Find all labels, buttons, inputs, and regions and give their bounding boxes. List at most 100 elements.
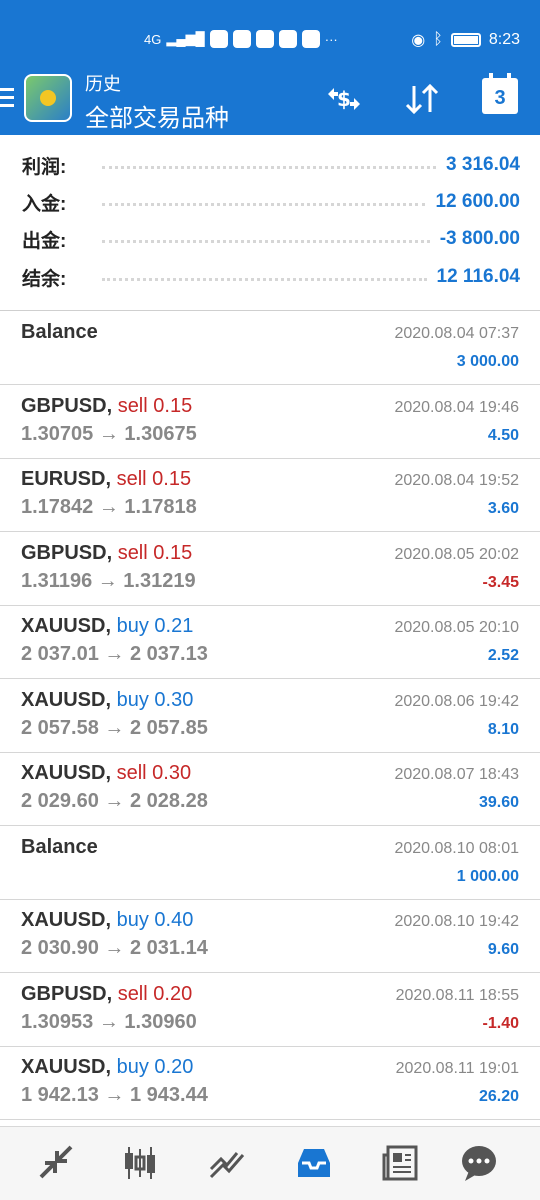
symbol-filter[interactable]: 全部交易品种	[85, 98, 229, 133]
deal-side: buy	[116, 688, 149, 711]
summary-label: 结余:	[22, 268, 67, 290]
deal-side: sell	[116, 762, 147, 784]
deal-volume: 0.21	[154, 615, 194, 637]
battery-icon	[450, 33, 481, 47]
symbol-name: EURUSD,	[21, 468, 112, 490]
deal-time: 2020.08.11 18:55	[395, 986, 519, 1004]
summary-row-withdrawal: 出金: -3 800.00	[22, 225, 520, 253]
signal-icon: ▂▄▆█	[166, 31, 205, 46]
app-bar: 历史 全部交易品种 $ 3	[0, 62, 540, 135]
deal-volume: 0.40	[154, 909, 194, 931]
deal-prices: 2 057.58 → 2 057.85	[21, 716, 208, 739]
deal-time: 2020.08.05 20:10	[394, 619, 519, 636]
deal-symbol: XAUUSD, buy 0.30	[21, 689, 193, 712]
deal-time: 2020.08.04 19:46	[394, 398, 519, 416]
summary-value: 12 600.00	[435, 191, 520, 212]
deal-profit: -1.40	[482, 1014, 519, 1032]
quotes-icon[interactable]	[33, 1141, 77, 1185]
deal-profit: -3.45	[482, 573, 519, 591]
deal-row[interactable]: XAUUSD, buy 0.21 2 037.01 → 2 037.13 2020.…	[0, 605, 540, 679]
deal-profit: 2.52	[487, 647, 519, 664]
deal-row[interactable]: XAUUSD, sell 0.30 2 029.60 → 2 028.28 2020…	[0, 752, 540, 826]
deal-row[interactable]: EURUSD, sell 0.15 1.17842 → 1.17818 2020.0…	[0, 458, 540, 532]
summary-value: 3 316.04	[446, 154, 520, 175]
symbol-name: XAUUSD,	[21, 909, 112, 931]
deal-row[interactable]: GBPUSD, sell 0.20 1.30953 → 1.30960 2020.0…	[0, 973, 540, 1047]
app-notification-icon	[255, 30, 274, 48]
deal-volume: 0.20	[153, 982, 193, 1005]
deal-volume: 0.15	[153, 541, 193, 564]
deal-side: sell	[117, 541, 148, 564]
app-notification-icon	[232, 30, 251, 48]
deal-time: 2020.08.04 19:52	[394, 472, 519, 489]
deal-volume: 0.30	[152, 762, 192, 784]
deal-volume: 0.15	[153, 394, 193, 417]
deal-symbol: XAUUSD, buy 0.21	[21, 615, 193, 638]
page-subtitle: 历史	[85, 74, 121, 94]
deal-profit: 39.60	[478, 794, 519, 811]
chart-icon[interactable]	[118, 1141, 162, 1185]
symbol-name: GBPUSD,	[21, 982, 113, 1005]
trade-icon[interactable]	[205, 1141, 249, 1185]
svg-text:$: $	[337, 87, 351, 111]
deal-prices: 2 037.01 → 2 037.13	[21, 643, 208, 665]
dot-leader	[102, 198, 426, 206]
deal-symbol: XAUUSD, buy 0.20	[21, 1056, 193, 1079]
deal-prices: 1 942.13 → 1 943.44	[21, 1084, 208, 1106]
deal-symbol: XAUUSD, buy 0.40	[21, 909, 193, 932]
deal-row[interactable]: GBPUSD, sell 0.15 1.31196 → 1.31219 2020.0…	[0, 532, 540, 606]
deal-row[interactable]: XAUUSD, buy 0.40 2 030.90 → 2 031.14 2020.…	[0, 899, 540, 973]
more-notifications: ···	[324, 31, 338, 47]
deal-time: 2020.08.07 18:43	[394, 766, 519, 783]
deal-volume: 0.30	[154, 688, 194, 711]
symbol-name: Balance	[21, 835, 98, 858]
history-icon[interactable]	[292, 1141, 336, 1185]
summary-row-deposit: 入金: 12 600.00	[22, 188, 520, 216]
deal-profit: 3 000.00	[456, 353, 519, 370]
deal-time: 2020.08.10 19:42	[394, 913, 519, 930]
deal-row[interactable]: XAUUSD, buy 0.30 2 057.58 → 2 057.85 2020.…	[0, 679, 540, 753]
deal-side: sell	[117, 982, 148, 1005]
symbol-name: Balance	[21, 321, 98, 343]
deal-prices: 2 030.90 → 2 031.14	[21, 937, 208, 959]
news-icon[interactable]	[378, 1141, 422, 1185]
deal-side: sell	[117, 394, 148, 417]
deal-side: buy	[116, 615, 149, 637]
deal-time: 2020.08.05 20:02	[394, 545, 519, 563]
deal-row[interactable]: XAUUSD, buy 0.20 1 942.13 → 1 943.44 2020.…	[0, 1046, 540, 1120]
deal-side: buy	[116, 1056, 149, 1078]
summary-row-profit: 利润: 3 316.04	[22, 151, 520, 179]
deal-row[interactable]: Balance 2020.08.10 08:01 1 000.00	[0, 826, 540, 900]
menu-icon[interactable]	[0, 88, 14, 112]
app-notification-icon	[209, 30, 228, 48]
deal-time: 2020.08.04 07:37	[394, 325, 519, 342]
deal-profit: 26.20	[478, 1088, 519, 1105]
dot-leader	[102, 161, 437, 169]
deal-prices: 2 029.60 → 2 028.28	[21, 790, 208, 812]
dot-leader	[102, 235, 430, 243]
deal-side: buy	[116, 909, 149, 931]
symbol-name: XAUUSD,	[21, 615, 112, 637]
deal-row[interactable]: Balance 2020.08.04 07:37 3 000.00	[0, 311, 540, 385]
deal-symbol: Balance	[21, 836, 98, 859]
symbol-name: GBPUSD,	[21, 394, 113, 417]
deposit-filter-icon[interactable]: $	[324, 82, 364, 116]
deal-profit: 4.50	[487, 426, 519, 444]
deal-symbol: GBPUSD, sell 0.20	[21, 983, 192, 1006]
deal-prices: 1.30953 → 1.30960	[21, 1010, 197, 1033]
symbol-name: XAUUSD,	[21, 1056, 112, 1078]
deal-symbol: Balance	[21, 321, 98, 344]
calendar-icon[interactable]: 3	[482, 73, 518, 114]
status-icons: 4G ▂▄▆█ ···	[144, 30, 338, 48]
eye-icon: ◉	[411, 32, 426, 49]
summary-label: 利润:	[22, 156, 67, 178]
status-right: ◉ ᛒ 8:23	[411, 30, 520, 50]
symbol-name: XAUUSD,	[21, 688, 112, 711]
sort-icon[interactable]	[402, 82, 442, 116]
deal-row[interactable]: GBPUSD, sell 0.15 1.30705 → 1.30675 2020.0…	[0, 385, 540, 459]
deal-symbol: GBPUSD, sell 0.15	[21, 542, 192, 565]
network-indicator: 4G	[144, 31, 162, 47]
deal-profit: 8.10	[487, 720, 519, 738]
deal-time: 2020.08.10 08:01	[394, 839, 519, 857]
chat-icon[interactable]	[457, 1141, 501, 1185]
